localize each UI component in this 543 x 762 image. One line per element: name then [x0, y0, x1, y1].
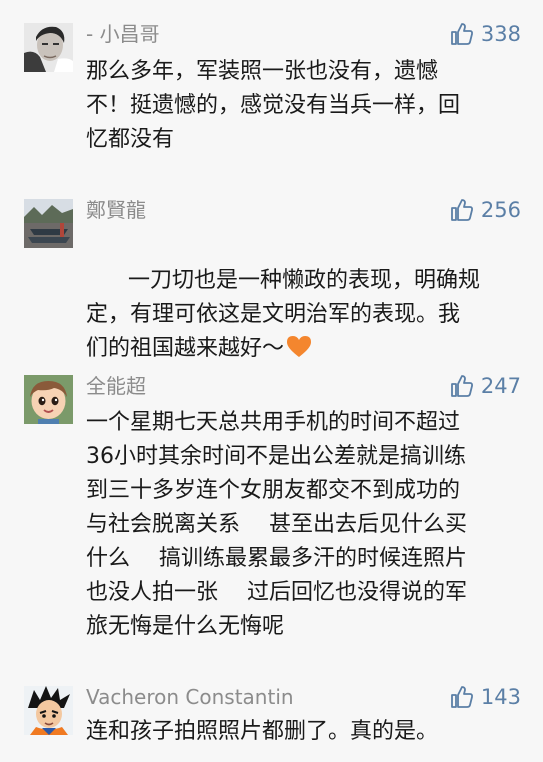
like-count: 143 [480, 685, 521, 709]
cartoon-child-avatar[interactable] [24, 375, 73, 424]
comment-item: 全能超 247 一个星期七天总共用手机的时间不超过 36小时其余时间不是出公差就… [0, 355, 543, 680]
like-button[interactable]: 247 [449, 372, 521, 400]
comment-username[interactable]: 鄭賢龍 [86, 197, 146, 223]
comment-text: 连和孩子拍照照片都删了。真的是。 [86, 719, 439, 744]
comment-item: - 小昌哥 338 那么多年，军装照一张也没有，遗憾 不！挺遗憾的，感觉没有当兵… [0, 0, 543, 180]
thumbs-up-icon [451, 375, 473, 397]
comment-item: Vacheron Constantin 143 连和孩子拍照照片都删了。真的是。 [0, 680, 543, 762]
like-count: 247 [480, 374, 521, 398]
comment-text: 那么多年，军装照一张也没有，遗憾 不！挺遗憾的，感觉没有当兵一样，回 忆都没有 [86, 59, 461, 152]
man-portrait-avatar[interactable] [24, 23, 73, 72]
street-photo-avatar[interactable] [24, 199, 73, 248]
anime-character-avatar[interactable] [24, 686, 73, 735]
like-count: 338 [480, 22, 521, 46]
like-count: 256 [480, 198, 521, 222]
comment-list: - 小昌哥 338 那么多年，军装照一张也没有，遗憾 不！挺遗憾的，感觉没有当兵… [0, 0, 543, 762]
like-button[interactable]: 338 [449, 20, 521, 48]
thumbs-up-icon [451, 686, 473, 708]
like-button[interactable]: 143 [449, 683, 521, 711]
comment-item: 鄭賢龍 256 一刀切也是一种懒政的表现，明确规 定，有理可依这是文明治军的表现… [0, 180, 543, 361]
thumbs-up-icon [451, 23, 473, 45]
comment-username[interactable]: Vacheron Constantin [86, 684, 294, 710]
comment-text-content: 一刀切也是一种懒政的表现，明确规 定，有理可依这是文明治军的表现。我 们的祖国越… [86, 268, 480, 361]
comment-username[interactable]: - 小昌哥 [86, 21, 160, 47]
like-button[interactable]: 256 [449, 196, 521, 224]
comment-username[interactable]: 全能超 [86, 373, 146, 399]
thumbs-up-icon [451, 199, 473, 221]
comment-text: 一个星期七天总共用手机的时间不超过 36小时其余时间不是出公差就是搞训练 到三十… [86, 410, 467, 639]
